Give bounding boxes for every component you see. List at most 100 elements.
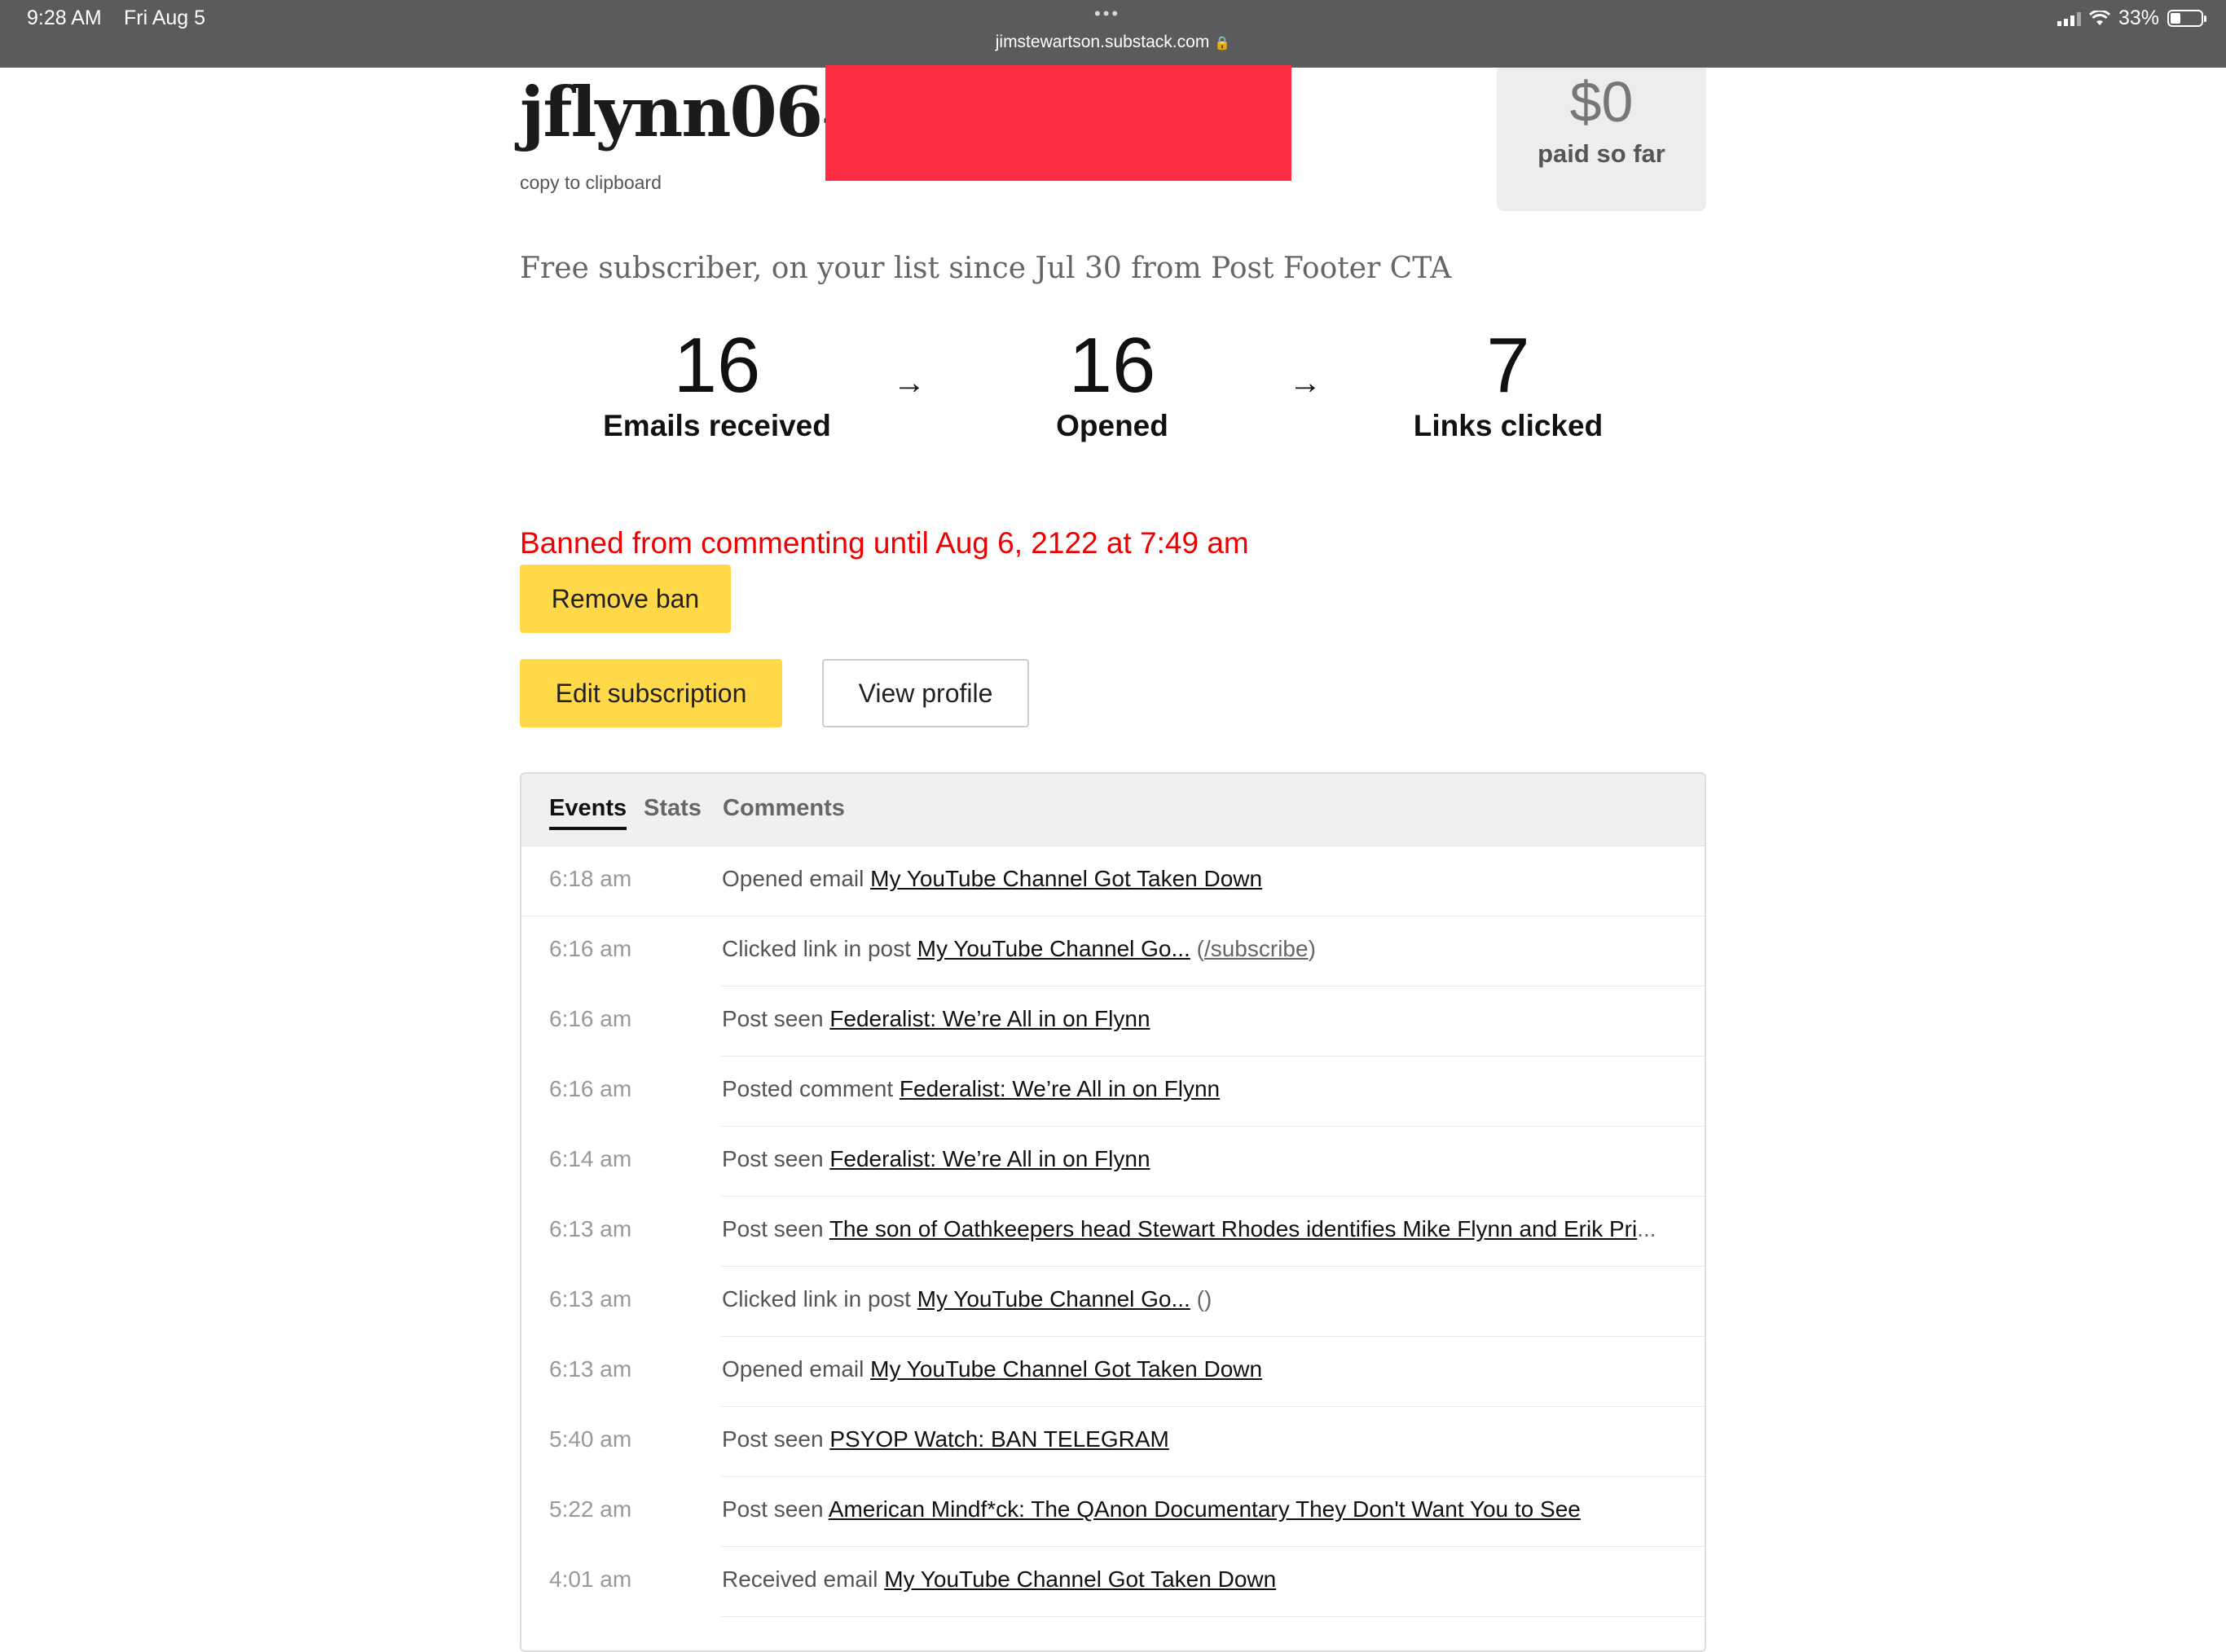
wifi-icon <box>2088 10 2110 25</box>
event-time: 6:13 am <box>549 1286 632 1311</box>
event-post-link[interactable]: My YouTube Channel Got Taken Down <box>870 866 1262 891</box>
tab-comments[interactable]: Comments <box>723 795 845 822</box>
event-post-link[interactable]: The son of Oathkeepers head Stewart Rhod… <box>829 1216 1637 1241</box>
event-description: Posted comment Federalist: We’re All in … <box>722 1076 1220 1102</box>
event-row: 5:22 am Post seen American Mindf*ck: The … <box>521 1477 1705 1547</box>
stat-label: Opened <box>1056 409 1168 442</box>
event-action: Post seen <box>722 1006 824 1031</box>
stat-label: Links clicked <box>1413 409 1604 442</box>
event-action: Opened email <box>722 1356 864 1382</box>
paid-summary-card: $0 paid so far <box>1497 68 1706 211</box>
event-extra: ... <box>1637 1216 1656 1241</box>
event-description: Post seen American Mindf*ck: The QAnon D… <box>722 1496 1581 1522</box>
event-description: Clicked link in post My YouTube Channel … <box>722 936 1316 962</box>
event-time: 6:14 am <box>549 1146 632 1171</box>
event-time: 6:16 am <box>549 1076 632 1101</box>
subscriber-status: Free subscriber, on your list since Jul … <box>520 252 1452 285</box>
event-action: Post seen <box>722 1426 824 1452</box>
event-description: Clicked link in post My YouTube Channel … <box>722 1286 1212 1312</box>
event-post-link[interactable]: Federalist: We’re All in on Flynn <box>829 1006 1150 1031</box>
event-row: 4:01 am Received email My YouTube Channel… <box>521 1547 1705 1617</box>
event-action: Post seen <box>722 1146 824 1171</box>
activity-panel: Events Stats Comments 6:18 am Opened emai… <box>520 772 1706 1652</box>
address-bar[interactable]: jimstewartson.substack.com 🔒 <box>0 33 2226 52</box>
event-action: Opened email <box>722 866 864 891</box>
stat-links-clicked: 7 Links clicked <box>1345 321 1671 443</box>
event-target-link[interactable]: /subscribe <box>1204 936 1309 961</box>
cellular-signal-icon <box>2057 11 2081 26</box>
event-description: Post seen PSYOP Watch: BAN TELEGRAM <box>722 1426 1169 1452</box>
event-action: Clicked link in post <box>722 1286 911 1311</box>
event-time: 6:13 am <box>549 1356 632 1382</box>
event-description: Opened email My YouTube Channel Got Take… <box>722 866 1262 892</box>
event-post-link[interactable]: My YouTube Channel Got Taken Down <box>884 1566 1276 1592</box>
event-post-link[interactable]: My YouTube Channel Go... <box>917 1286 1190 1311</box>
event-time: 6:13 am <box>549 1216 632 1241</box>
lock-icon: 🔒 <box>1214 37 1231 51</box>
event-extra-paren: ) <box>1308 936 1316 961</box>
event-row: 6:18 am Opened email My YouTube Channel G… <box>521 846 1705 916</box>
stat-value: 16 <box>1068 322 1156 409</box>
event-description: Post seen Federalist: We’re All in on Fl… <box>722 1146 1150 1172</box>
paid-label: paid so far <box>1538 139 1665 168</box>
event-row: 6:16 am Posted comment Federalist: We’re … <box>521 1057 1705 1127</box>
event-row: 6:14 am Post seen Federalist: We’re All i… <box>521 1127 1705 1197</box>
event-row: 6:13 am Opened email My YouTube Channel G… <box>521 1337 1705 1407</box>
more-dots-icon[interactable]: ••• <box>1094 3 1120 24</box>
stat-label: Emails received <box>603 409 831 442</box>
stat-emails-received: 16 Emails received <box>554 321 880 443</box>
redaction-block <box>825 65 1291 181</box>
date: Fri Aug 5 <box>124 7 206 29</box>
clock: 9:28 AM <box>27 7 102 29</box>
event-action: Post seen <box>722 1496 824 1522</box>
event-extra: () <box>1196 1286 1212 1311</box>
event-description: Opened email My YouTube Channel Got Take… <box>722 1356 1262 1382</box>
event-post-link[interactable]: Federalist: We’re All in on Flynn <box>900 1076 1220 1101</box>
event-action: Posted comment <box>722 1076 894 1101</box>
copy-to-clipboard-link[interactable]: copy to clipboard <box>520 172 662 194</box>
event-action: Post seen <box>722 1216 824 1241</box>
event-post-link[interactable]: American Mindf*ck: The QAnon Documentary… <box>829 1496 1581 1522</box>
ban-notice: Banned from commenting until Aug 6, 2122… <box>520 526 1249 560</box>
remove-ban-button[interactable]: Remove ban <box>520 565 731 633</box>
funnel-arrow-icon: → <box>1289 365 1322 401</box>
tab-bar: Events Stats Comments <box>521 774 1705 846</box>
event-description: Post seen The son of Oathkeepers head St… <box>722 1216 1656 1242</box>
event-description: Post seen Federalist: We’re All in on Fl… <box>722 1006 1150 1032</box>
funnel-arrow-icon: → <box>893 365 926 401</box>
tab-stats[interactable]: Stats <box>644 795 702 822</box>
event-action: Clicked link in post <box>722 936 911 961</box>
paid-amount: $0 <box>1569 70 1634 134</box>
system-indicators: 33% <box>2057 7 2206 30</box>
event-time: 5:22 am <box>549 1496 632 1522</box>
event-post-link[interactable]: Federalist: We’re All in on Flynn <box>829 1146 1150 1171</box>
event-row: 6:13 am Clicked link in post My YouTube C… <box>521 1267 1705 1337</box>
view-profile-button[interactable]: View profile <box>822 659 1029 727</box>
event-action: Received email <box>722 1566 878 1592</box>
event-post-link[interactable]: My YouTube Channel Got Taken Down <box>870 1356 1262 1382</box>
event-post-link[interactable]: PSYOP Watch: BAN TELEGRAM <box>829 1426 1169 1452</box>
event-time: 6:16 am <box>549 936 632 961</box>
event-time: 4:01 am <box>549 1566 632 1592</box>
stat-value: 7 <box>1486 322 1530 409</box>
stat-opened: 16 Opened <box>949 321 1275 443</box>
event-description: Received email My YouTube Channel Got Ta… <box>722 1566 1276 1593</box>
row-divider <box>721 1616 1705 1617</box>
event-time: 6:18 am <box>549 866 632 891</box>
battery-icon <box>2167 10 2206 27</box>
event-list: 6:18 am Opened email My YouTube Channel G… <box>521 846 1705 1617</box>
event-post-link[interactable]: My YouTube Channel Go... <box>917 936 1190 961</box>
tab-events[interactable]: Events <box>549 795 627 830</box>
url-text: jimstewartson.substack.com <box>995 33 1210 51</box>
edit-subscription-button[interactable]: Edit subscription <box>520 659 782 727</box>
event-extra-paren: ( <box>1196 936 1204 961</box>
event-time: 6:16 am <box>549 1006 632 1031</box>
event-row: 6:13 am Post seen The son of Oathkeepers … <box>521 1197 1705 1267</box>
status-bar: 9:28 AM Fri Aug 5 ••• jimstewartson.subs… <box>0 0 2226 68</box>
battery-percent: 33% <box>2118 7 2159 29</box>
stat-value: 16 <box>673 322 761 409</box>
event-row: 5:40 am Post seen PSYOP Watch: BAN TELEGR… <box>521 1407 1705 1477</box>
event-row: 6:16 am Post seen Federalist: We’re All i… <box>521 986 1705 1057</box>
event-time: 5:40 am <box>549 1426 632 1452</box>
event-row: 6:16 am Clicked link in post My YouTube C… <box>521 916 1705 986</box>
